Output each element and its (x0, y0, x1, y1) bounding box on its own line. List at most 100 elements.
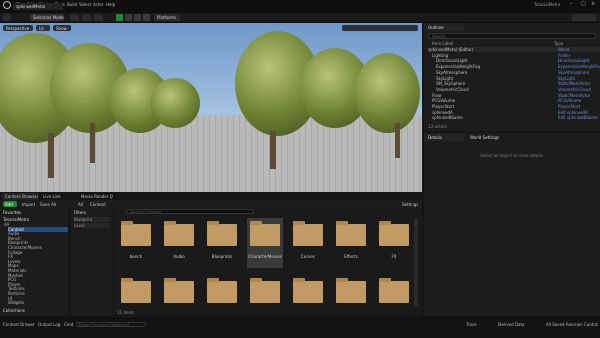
asset-scrollbar[interactable] (414, 218, 418, 306)
folder-label: CharacterMovies (248, 254, 282, 259)
breadcrumb-all[interactable]: All (78, 202, 83, 207)
cmd-dropdown[interactable]: Cmd (64, 322, 73, 327)
outliner-row[interactable]: DirectionalLight DirectionalLight (428, 58, 600, 63)
outliner-row[interactable]: SM_SkySphere StaticMeshActor (428, 81, 600, 86)
folder-tile[interactable]: CharacterMovies (247, 218, 283, 268)
folder-tile[interactable]: bench (118, 218, 154, 268)
outliner-row[interactable]: sphinxedA Edit sphinxedA (428, 110, 600, 115)
settings-button[interactable] (572, 14, 596, 21)
content-search-input[interactable]: Search Content (126, 209, 254, 214)
folder-icon (164, 278, 194, 303)
viewport-show-button[interactable]: Show (53, 25, 71, 31)
details-tab[interactable]: Details (424, 133, 464, 141)
settings-button-cb[interactable]: Settings (402, 202, 418, 207)
folder-tile[interactable] (376, 275, 412, 305)
viewport-lit-button[interactable]: Lit (36, 25, 50, 31)
unreal-logo-icon[interactable] (3, 1, 11, 9)
console-command-input[interactable]: Enter Console Command (76, 322, 146, 327)
folder-tile[interactable] (161, 275, 197, 305)
stop-icon[interactable] (134, 14, 141, 21)
revision-control-button[interactable]: Revision Control (566, 322, 598, 327)
filter-blueprint[interactable]: Blueprint (74, 217, 110, 222)
menu-actor[interactable]: Actor (93, 2, 104, 7)
outliner-row[interactable]: VolumetricCloud VolumetricCloud (428, 87, 600, 92)
folder-tile[interactable]: FX (376, 218, 412, 268)
folder-tile[interactable]: Blueprints (204, 218, 240, 268)
outliner-row[interactable]: SkyAtmosphere SkyAtmosphere (428, 70, 600, 75)
content-browser-tabs: Content Browser Live Link Movie Render Q (0, 192, 422, 200)
level-viewport[interactable]: Perspective Lit Show (0, 23, 422, 192)
outliner-row-name: SkyLight (436, 75, 454, 81)
tab-movie-render-queue[interactable]: Movie Render Q (78, 193, 114, 200)
folder-icon (121, 221, 151, 246)
import-button[interactable]: Import (22, 202, 35, 207)
content-browser-toolbar: Add Import Save All All Content Settings (0, 200, 422, 208)
outliner-tab[interactable]: Outliner (424, 23, 464, 31)
maximize-icon[interactable]: □ (581, 1, 586, 7)
favorites-header[interactable]: Favorites (3, 210, 21, 215)
play-options-icon[interactable] (143, 14, 150, 21)
folder-tile[interactable]: Curves (290, 218, 326, 268)
menu-help[interactable]: Help (106, 2, 115, 7)
outliner-tab-label: Outliner (428, 25, 445, 30)
tab-content-browser[interactable]: Content Browser (2, 193, 38, 200)
outliner-row-name: PCGVolume (432, 98, 456, 104)
close-icon[interactable]: × (591, 1, 595, 7)
filter-level[interactable]: Level (74, 223, 110, 228)
step-icon[interactable] (125, 14, 132, 21)
selection-mode-dropdown[interactable]: Selection Mode (30, 14, 64, 21)
add-actor-icon[interactable] (70, 14, 79, 21)
outliner-row-type: Folder (558, 52, 571, 58)
viewport-perspective-button[interactable]: Perspective (3, 25, 33, 31)
folder-tile[interactable] (247, 275, 283, 305)
outliner-row[interactable]: SkyLight SkyLight (428, 76, 600, 81)
breadcrumb-content[interactable]: Content (90, 202, 106, 207)
add-button[interactable]: Add (3, 201, 17, 207)
outliner-row[interactable]: Floor StaticMeshActor (428, 93, 600, 98)
folder-tile[interactable] (118, 275, 154, 305)
folder-icon (250, 221, 280, 246)
folder-icon (293, 278, 323, 303)
viewport-transform-tools[interactable] (342, 25, 418, 31)
folder-tree-item[interactable]: Widgets (8, 300, 68, 305)
derived-data-button[interactable]: Derived Data (498, 322, 525, 327)
folder-tile[interactable] (333, 275, 369, 305)
level-tab[interactable]: sphinxedMetal (13, 3, 63, 10)
folder-tile[interactable]: Effects (333, 218, 369, 268)
save-icon[interactable] (3, 14, 11, 21)
outliner-row[interactable]: ExponentialHeightFog ExponentialHeightFog (428, 64, 600, 69)
outliner-row[interactable]: sphinxedBiome Edit sphinxedBiome (428, 115, 600, 120)
folder-tile[interactable] (290, 275, 326, 305)
tab-live-link[interactable]: Live Link (40, 193, 68, 200)
folder-label: bench (129, 254, 143, 259)
collections-header[interactable]: Collections (3, 308, 25, 313)
world-settings-tab[interactable]: World Settings (466, 133, 516, 141)
minimize-icon[interactable]: – (570, 1, 573, 7)
save-all-button[interactable]: Save All (40, 202, 56, 207)
blueprint-icon[interactable] (82, 14, 91, 21)
tree-foliage (355, 53, 420, 133)
menu-build[interactable]: Build (67, 2, 77, 7)
output-log-button[interactable]: Output Log (38, 322, 60, 327)
outliner-row[interactable]: PCGVolume PCGVolume (428, 98, 600, 103)
content-drawer-button[interactable]: Content Drawer (3, 322, 35, 327)
outliner-row[interactable]: Lighting Folder (428, 53, 600, 58)
column-item-label[interactable]: Item Label (432, 41, 453, 46)
cinematics-icon[interactable] (94, 14, 103, 21)
outliner-row-name: VolumetricCloud (436, 86, 469, 92)
outliner-row[interactable]: sphinxedMetal (Editor) World (428, 47, 600, 52)
outliner-row-name: DirectionalLight (436, 58, 468, 64)
all-saved-status[interactable]: All Saved (546, 322, 565, 327)
column-type[interactable]: Type (554, 41, 563, 46)
outliner-search-input[interactable]: Search (428, 33, 596, 39)
title-bar: File Edit Window Tools Build Select Acto… (0, 0, 600, 10)
play-icon[interactable] (116, 14, 123, 21)
project-name: TutorialMetro (534, 2, 561, 7)
folder-tile[interactable] (204, 275, 240, 305)
trace-button[interactable]: Trace (466, 322, 477, 327)
outliner-row[interactable]: PlayerStart PlayerStart (428, 104, 600, 109)
tree-trunk (395, 123, 400, 158)
folder-tile[interactable]: Audio (161, 218, 197, 268)
menu-select[interactable]: Select (79, 2, 91, 7)
platforms-dropdown[interactable]: Platforms (154, 14, 180, 21)
